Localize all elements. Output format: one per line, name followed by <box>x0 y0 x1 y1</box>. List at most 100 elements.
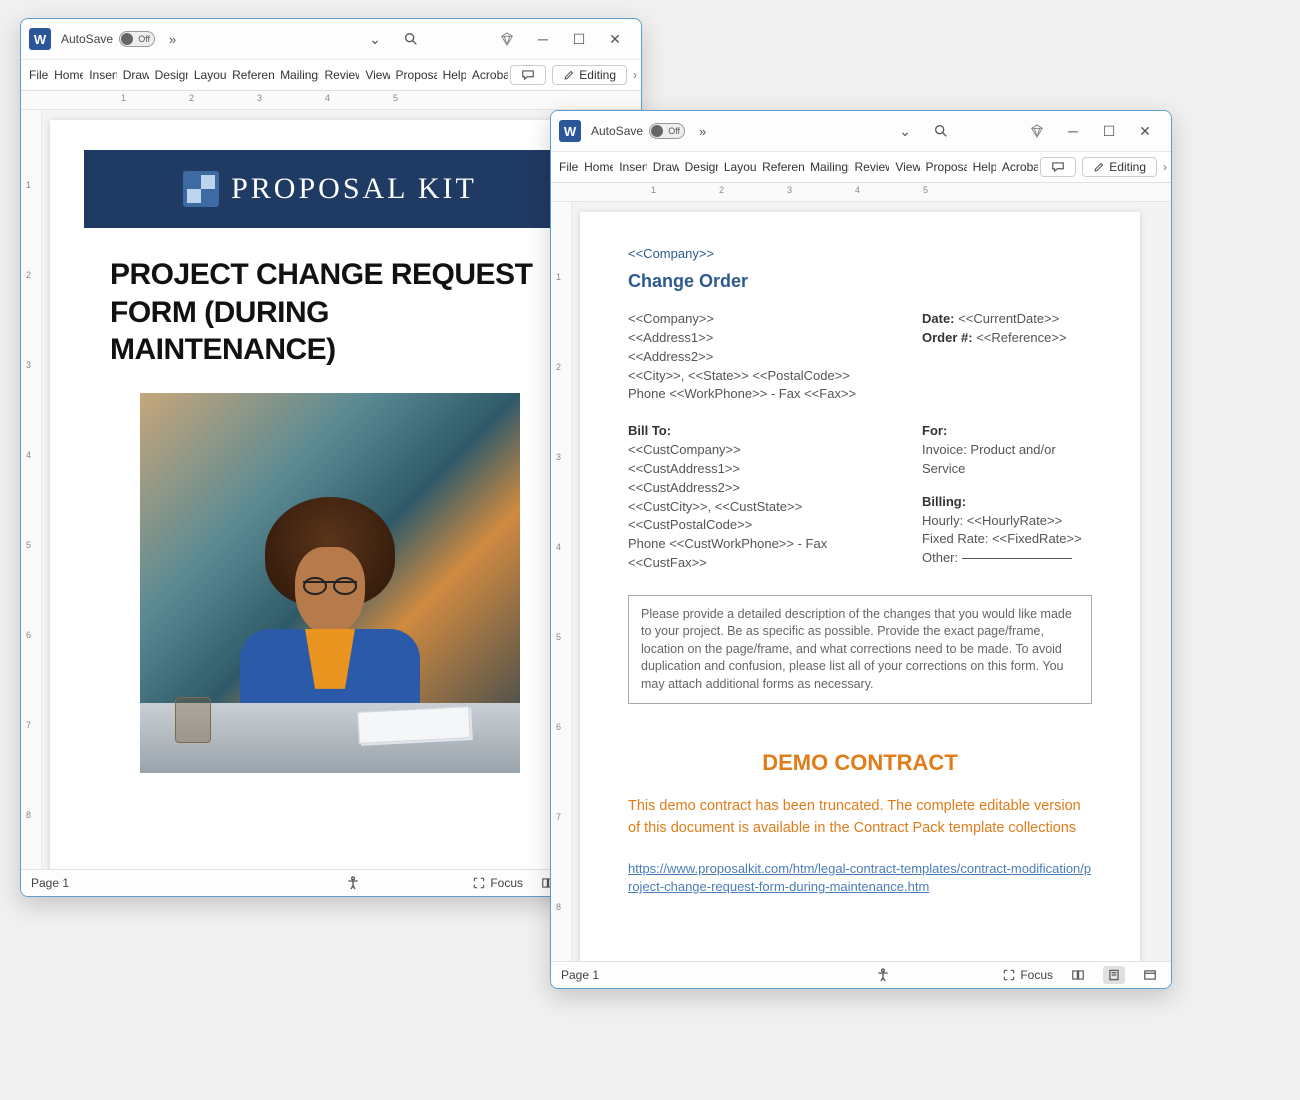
autosave-toggle[interactable]: Off <box>649 123 685 139</box>
page-number[interactable]: Page 1 <box>31 876 69 890</box>
demo-contract-title: DEMO CONTRACT <box>628 750 1092 776</box>
billing-hourly: Hourly: <<HourlyRate>> <box>922 512 1092 531</box>
tab-view[interactable]: View <box>891 156 919 178</box>
ribbon-overflow-icon[interactable]: › <box>1163 160 1167 174</box>
vruler-tick: 6 <box>556 722 561 732</box>
tab-layout[interactable]: Layout <box>190 64 226 86</box>
tab-home[interactable]: Home <box>580 156 613 178</box>
tab-help[interactable]: Help <box>439 64 466 86</box>
tab-design[interactable]: Design <box>151 64 188 86</box>
tab-proposal[interactable]: Proposal <box>392 64 437 86</box>
tab-references[interactable]: References <box>758 156 804 178</box>
focus-label: Focus <box>490 876 523 890</box>
vruler-tick: 3 <box>556 452 561 462</box>
tab-design[interactable]: Design <box>681 156 718 178</box>
tab-draw[interactable]: Draw <box>119 64 149 86</box>
horizontal-ruler[interactable]: 1 2 3 4 5 <box>21 91 641 110</box>
print-layout-icon[interactable] <box>1103 966 1125 984</box>
focus-button[interactable]: Focus <box>472 876 523 890</box>
word-app-icon: W <box>29 28 51 50</box>
autosave-toggle[interactable]: Off <box>119 31 155 47</box>
tab-insert[interactable]: Insert <box>85 64 117 86</box>
company-placeholder: <<Company>> <box>628 246 1092 261</box>
search-icon[interactable] <box>923 116 959 146</box>
vruler-tick: 1 <box>556 272 561 282</box>
tab-acrobat[interactable]: Acrobat <box>468 64 508 86</box>
field-cust-address1: <<CustAddress1>> <box>628 460 922 479</box>
document-page[interactable]: PROPOSAL KIT PROJECT CHANGE REQUEST FORM… <box>50 120 610 869</box>
read-mode-icon[interactable] <box>1067 966 1089 984</box>
tab-review[interactable]: Review <box>851 156 890 178</box>
field-cust-phone: Phone <<CustWorkPhone>> - Fax <box>628 535 922 554</box>
tab-proposal[interactable]: Proposal <box>922 156 967 178</box>
comments-button[interactable] <box>510 65 546 85</box>
maximize-icon[interactable]: ☐ <box>561 24 597 54</box>
statusbar: Page 1 Focus <box>551 961 1171 988</box>
field-company: <<Company>> <box>628 310 922 329</box>
vertical-ruler[interactable]: 1 2 3 4 5 6 7 8 <box>21 110 42 869</box>
diamond-icon[interactable] <box>1019 116 1055 146</box>
date-label: Date: <box>922 311 955 326</box>
ribbon-overflow-icon[interactable]: › <box>633 68 637 82</box>
horizontal-ruler[interactable]: 1 2 3 4 5 <box>551 183 1171 202</box>
header-block: <<Company>> <<Address1>> <<Address2>> <<… <box>628 310 1092 404</box>
chevron-down-icon[interactable]: ⌄ <box>357 24 393 54</box>
vruler-tick: 7 <box>26 720 31 730</box>
tab-view[interactable]: View <box>361 64 389 86</box>
tab-references[interactable]: References <box>228 64 274 86</box>
comments-button[interactable] <box>1040 157 1076 177</box>
web-layout-icon[interactable] <box>1139 966 1161 984</box>
editing-mode-button[interactable]: Editing <box>552 65 627 85</box>
maximize-icon[interactable]: ☐ <box>1091 116 1127 146</box>
tab-help[interactable]: Help <box>969 156 996 178</box>
vertical-ruler[interactable]: 1 2 3 4 5 6 7 8 <box>551 202 572 961</box>
tab-mailings[interactable]: Mailings <box>806 156 848 178</box>
tab-layout[interactable]: Layout <box>720 156 756 178</box>
field-phone-fax: Phone <<WorkPhone>> - Fax <<Fax>> <box>628 385 922 404</box>
change-order-heading: Change Order <box>628 271 1092 292</box>
instruction-box: Please provide a detailed description of… <box>628 595 1092 705</box>
tab-draw[interactable]: Draw <box>649 156 679 178</box>
diamond-icon[interactable] <box>489 24 525 54</box>
minimize-icon[interactable]: ─ <box>525 24 561 54</box>
tab-review[interactable]: Review <box>321 64 360 86</box>
date-value: <<CurrentDate>> <box>958 311 1059 326</box>
close-icon[interactable]: ✕ <box>1127 116 1163 146</box>
billing-fixed: Fixed Rate: <<FixedRate>> <box>922 530 1092 549</box>
banner: PROPOSAL KIT <box>84 150 576 228</box>
close-icon[interactable]: ✕ <box>597 24 633 54</box>
focus-button[interactable]: Focus <box>1002 968 1053 982</box>
minimize-icon[interactable]: ─ <box>1055 116 1091 146</box>
tab-mailings[interactable]: Mailings <box>276 64 318 86</box>
billing-label: Billing: <box>922 493 1092 512</box>
ruler-tick: 4 <box>325 93 330 103</box>
accessibility-icon[interactable] <box>342 874 364 892</box>
vruler-tick: 5 <box>26 540 31 550</box>
word-window-1: W AutoSave Off » ⌄ ─ ☐ ✕ File Home Inser… <box>20 18 642 897</box>
search-icon[interactable] <box>393 24 429 54</box>
qat-overflow-icon[interactable]: » <box>163 32 182 47</box>
qat-overflow-icon[interactable]: » <box>693 124 712 139</box>
vruler-tick: 8 <box>26 810 31 820</box>
tab-acrobat[interactable]: Acrobat <box>998 156 1038 178</box>
vruler-tick: 4 <box>556 542 561 552</box>
document-page[interactable]: <<Company>> Change Order <<Company>> <<A… <box>580 212 1140 961</box>
banner-text: PROPOSAL KIT <box>231 172 477 206</box>
tab-file[interactable]: File <box>555 156 578 178</box>
chevron-down-icon[interactable]: ⌄ <box>887 116 923 146</box>
tab-home[interactable]: Home <box>50 64 83 86</box>
tab-insert[interactable]: Insert <box>615 156 647 178</box>
field-cust-address2: <<CustAddress2>> <box>628 479 922 498</box>
document-area: 1 2 3 4 5 6 7 8 <<Company>> Change Order… <box>551 202 1171 961</box>
editing-mode-button[interactable]: Editing <box>1082 157 1157 177</box>
accessibility-icon[interactable] <box>872 966 894 984</box>
titlebar: W AutoSave Off » ⌄ ─ ☐ ✕ <box>551 111 1171 152</box>
billto-label: Bill To: <box>628 422 922 441</box>
billing-other: Other: <box>922 549 1092 568</box>
demo-link[interactable]: https://www.proposalkit.com/htm/legal-co… <box>628 860 1092 896</box>
ribbon-tabs: File Home Insert Draw Design Layout Refe… <box>551 152 1171 183</box>
tab-file[interactable]: File <box>25 64 48 86</box>
page-number[interactable]: Page 1 <box>561 968 599 982</box>
focus-label: Focus <box>1020 968 1053 982</box>
ruler-tick: 5 <box>393 93 398 103</box>
